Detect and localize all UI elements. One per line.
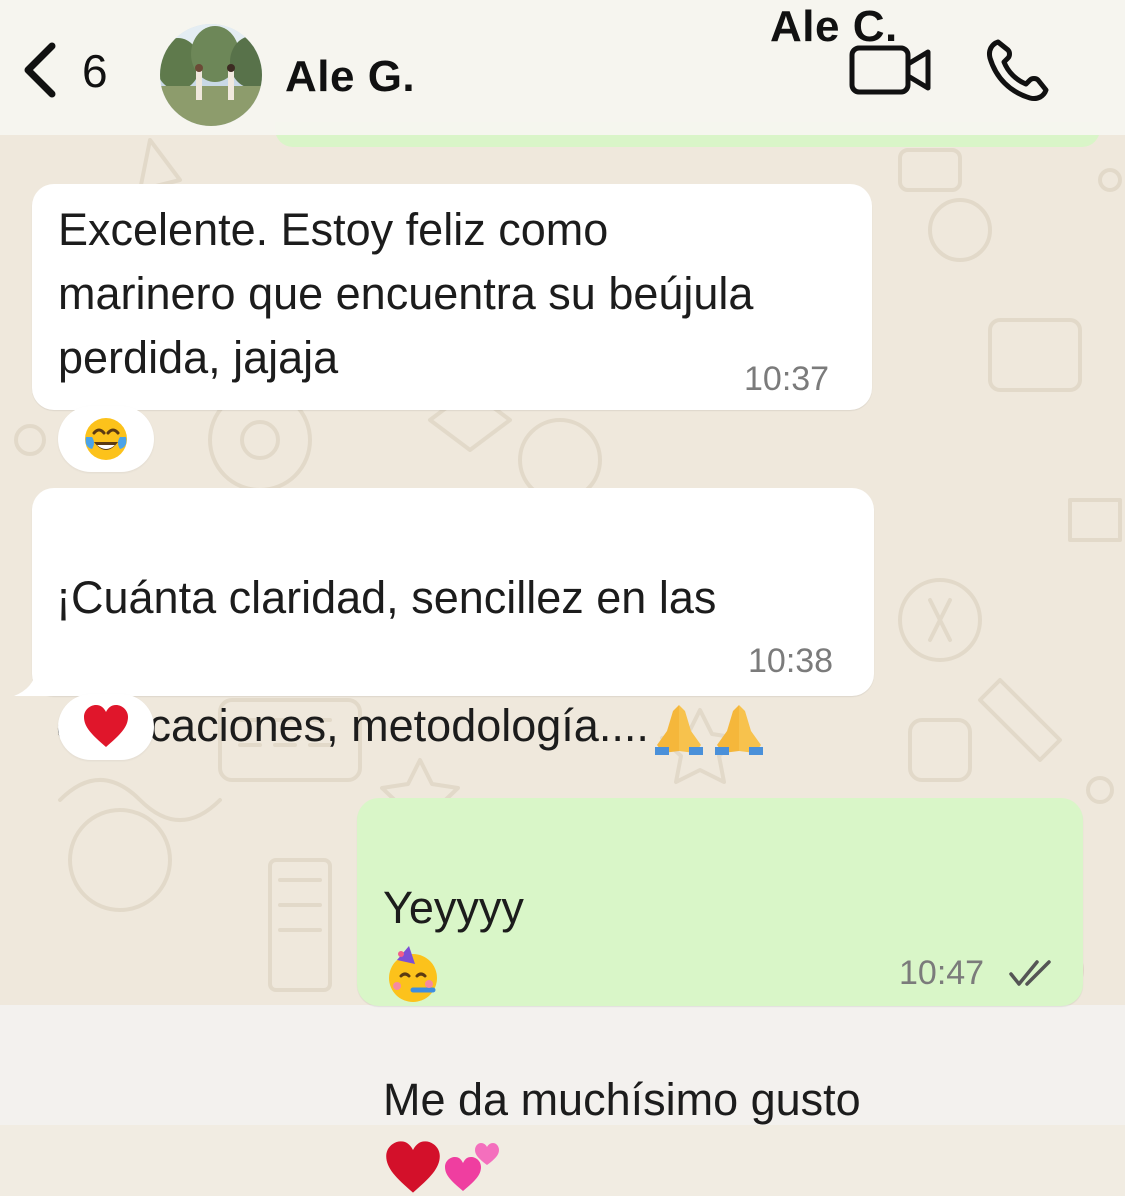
message-line: Yeyyyy — [383, 882, 524, 933]
two-hearts-icon — [445, 1143, 499, 1192]
incoming-message[interactable]: Excelente. Estoy feliz como marinero que… — [32, 184, 872, 410]
contact-name[interactable]: Ale G. — [285, 52, 415, 102]
double-check-icon — [1009, 960, 1051, 986]
folded-hands-icon — [654, 705, 703, 756]
avatar-photo — [160, 24, 262, 126]
message-text: ¡Cuánta claridad, sencillez en las expli… — [56, 502, 866, 758]
reaction-badge[interactable] — [58, 694, 154, 760]
message-text: Excelente. Estoy feliz como marinero que… — [58, 204, 754, 383]
message-line: ¡Cuánta claridad, sencillez en las — [56, 572, 717, 623]
video-call-icon[interactable] — [848, 40, 934, 100]
message-time: 10:38 — [748, 642, 834, 680]
partying-face-icon — [389, 946, 437, 1003]
incoming-message[interactable]: ¡Cuánta claridad, sencillez en las expli… — [32, 488, 874, 756]
chevron-left-icon[interactable] — [18, 40, 62, 100]
red-heart-icon — [84, 705, 128, 747]
chat-header: 6 Ale G. Ale C. — [0, 0, 1125, 135]
phone-call-icon[interactable] — [982, 36, 1052, 106]
avatar[interactable] — [160, 24, 262, 126]
message-time: 10:37 — [744, 360, 830, 398]
face-with-tears-of-joy-icon — [85, 418, 127, 460]
red-heart-icon — [386, 1141, 440, 1193]
unread-count[interactable]: 6 — [82, 44, 108, 98]
message-line: Me da muchísimo gusto — [383, 1074, 861, 1126]
folded-hands-icon — [714, 705, 763, 756]
message-text: Yeyyyy Me da muchísimo gusto — [383, 812, 1073, 1196]
reaction-badge[interactable] — [58, 406, 154, 472]
bubble-tail — [14, 670, 54, 696]
message-time: 10:47 — [899, 954, 985, 992]
outgoing-message[interactable]: Yeyyyy Me da muchísimo gusto 10:47 — [357, 798, 1083, 1193]
